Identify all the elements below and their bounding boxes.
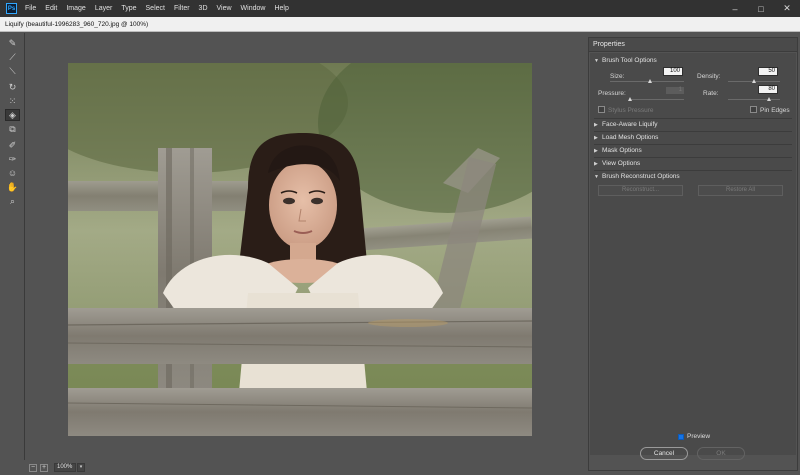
mask-options-label: Mask Options <box>602 147 642 154</box>
pressure-input[interactable]: 1 <box>665 86 685 95</box>
brush-tool-options-label: Brush Tool Options <box>602 57 657 64</box>
pin-edges-label: Pin Edges <box>760 107 790 114</box>
reconstruct-icon[interactable]: ⟋ <box>5 51 20 63</box>
size-input[interactable]: 100 <box>663 67 683 76</box>
density-label: Density: <box>697 73 721 80</box>
density-input[interactable]: 50 <box>758 67 778 76</box>
hand-icon[interactable]: ✋ <box>5 181 20 193</box>
view-options-label: View Options <box>602 160 641 167</box>
push-left-icon[interactable]: ⧉ <box>5 123 20 135</box>
collapsed-triangle-icon: ▶ <box>594 134 598 141</box>
menu-edit[interactable]: Edit <box>45 5 57 12</box>
menu-file[interactable]: File <box>25 5 36 12</box>
maximize-button[interactable]: □ <box>748 0 774 17</box>
preview-toggle[interactable]: Preview <box>678 433 710 440</box>
preview-canvas[interactable] <box>26 33 586 460</box>
reconstruct-button[interactable]: Reconstruct... <box>598 185 683 196</box>
stylus-pressure-label: Stylus Pressure <box>608 107 654 114</box>
smooth-icon[interactable]: ⟍ <box>5 65 20 77</box>
zoom-icon[interactable]: ⌕ <box>5 195 20 207</box>
preview-label: Preview <box>687 433 711 440</box>
rate-input[interactable]: 80 <box>758 85 778 94</box>
bloat-icon[interactable]: ◈ <box>5 109 20 121</box>
menu-bar: Ps File Edit Image Layer Type Select Fil… <box>0 0 800 17</box>
status-bar: − + 100% ▾ <box>26 460 586 475</box>
properties-panel: Properties ▼ Brush Tool Options Size: 10… <box>588 37 798 471</box>
preview-checkbox[interactable] <box>678 433 684 440</box>
section-mask-options[interactable]: ▶ Mask Options <box>594 145 792 156</box>
properties-body: ▼ Brush Tool Options Size: 100 Density: … <box>590 53 796 455</box>
section-face-aware-liquify[interactable]: ▶ Face-Aware Liquify <box>594 119 792 130</box>
collapsed-triangle-icon: ▶ <box>594 121 598 128</box>
restore-all-button[interactable]: Restore All <box>698 185 783 196</box>
expanded-triangle-icon: ▼ <box>594 57 599 64</box>
face-aware-liquify-label: Face-Aware Liquify <box>602 121 658 128</box>
thaw-mask-icon[interactable]: ✑ <box>5 153 20 165</box>
twirl-icon[interactable]: ↻ <box>5 81 20 93</box>
menu-window[interactable]: Window <box>241 5 266 12</box>
stylus-pressure-checkbox[interactable] <box>598 106 605 113</box>
size-slider-track[interactable] <box>610 81 684 82</box>
menu-view[interactable]: View <box>217 5 232 12</box>
load-mesh-options-label: Load Mesh Options <box>602 134 659 141</box>
freeze-mask-icon[interactable]: ✐ <box>5 139 20 151</box>
menu-filter[interactable]: Filter <box>174 5 190 12</box>
dialog-title-bar: Liquify (beautiful-1996283_960_720.jpg @… <box>0 17 800 32</box>
pin-edges-checkbox[interactable] <box>750 106 757 113</box>
pressure-slider-track[interactable] <box>630 99 684 100</box>
minimize-button[interactable]: – <box>722 0 748 17</box>
menu-layer[interactable]: Layer <box>95 5 113 12</box>
menu-select[interactable]: Select <box>146 5 165 12</box>
pucker-icon[interactable]: ⁙ <box>5 95 20 107</box>
photo-illustration <box>68 63 532 436</box>
dialog-title: Liquify (beautiful-1996283_960_720.jpg @… <box>5 20 149 28</box>
window-controls: – □ ✕ <box>722 0 800 17</box>
collapsed-triangle-icon: ▶ <box>594 147 598 154</box>
section-brush-reconstruct-options[interactable]: ▼ Brush Reconstruct Options <box>594 171 792 182</box>
section-brush-tool-options[interactable]: ▼ Brush Tool Options <box>594 55 792 66</box>
forward-warp-icon[interactable]: ✎ <box>5 37 20 49</box>
menu-image[interactable]: Image <box>66 5 85 12</box>
close-button[interactable]: ✕ <box>774 0 800 17</box>
face-tool-icon[interactable]: ☺ <box>5 167 20 179</box>
density-slider-thumb[interactable] <box>751 79 756 83</box>
properties-title: Properties <box>589 38 797 52</box>
zoom-out-button[interactable]: − <box>29 463 37 472</box>
photoshop-logo-icon: Ps <box>6 3 17 14</box>
zoom-level-field[interactable]: 100% <box>54 463 76 472</box>
zoom-in-button[interactable]: + <box>40 463 48 472</box>
cancel-button[interactable]: Cancel <box>640 447 688 460</box>
section-view-options[interactable]: ▶ View Options <box>594 158 792 169</box>
menu-help[interactable]: Help <box>274 5 288 12</box>
size-slider-thumb[interactable] <box>648 79 653 83</box>
rate-label: Rate: <box>703 90 719 97</box>
section-load-mesh-options[interactable]: ▶ Load Mesh Options <box>594 132 792 143</box>
pressure-slider-thumb[interactable] <box>627 97 632 101</box>
pressure-label: Pressure: <box>598 90 626 97</box>
liquify-toolbar: ✎ ⟋ ⟍ ↻ ⁙ ◈ ⧉ ✐ ✑ ☺ ✋ ⌕ <box>0 33 25 460</box>
rate-slider-thumb[interactable] <box>767 97 772 101</box>
portrait-photo[interactable] <box>68 63 532 436</box>
menu-3d[interactable]: 3D <box>199 5 208 12</box>
ok-button[interactable]: OK <box>697 447 745 460</box>
expanded-triangle-icon: ▼ <box>594 173 599 180</box>
brush-reconstruct-options-label: Brush Reconstruct Options <box>602 173 680 180</box>
rate-slider-track[interactable] <box>728 99 780 100</box>
zoom-dropdown-icon[interactable]: ▾ <box>77 463 85 472</box>
size-label: Size: <box>610 73 625 80</box>
menu-type[interactable]: Type <box>121 5 136 12</box>
collapsed-triangle-icon: ▶ <box>594 160 598 167</box>
